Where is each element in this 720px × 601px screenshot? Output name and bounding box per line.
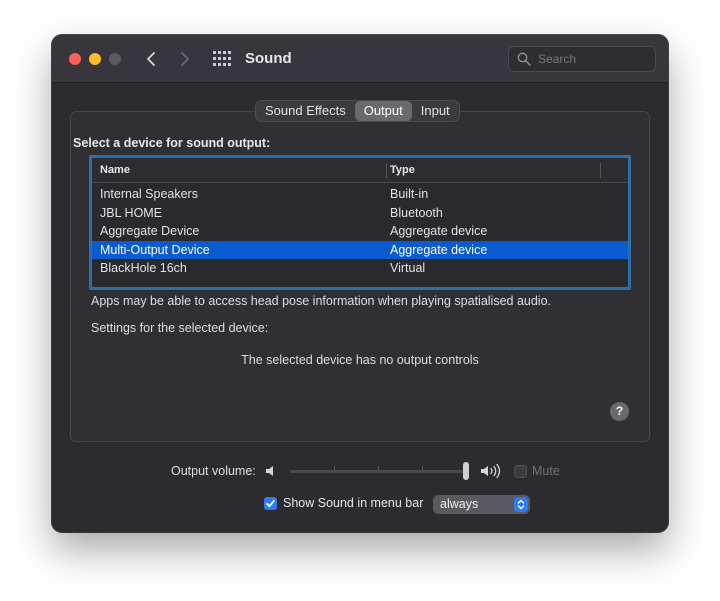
- tab-output[interactable]: Output: [354, 101, 412, 121]
- device-settings-label: Settings for the selected device:: [91, 321, 269, 335]
- back-button[interactable]: [140, 48, 162, 70]
- table-row-selected[interactable]: Multi-Output Device Aggregate device: [92, 240, 628, 259]
- grid-icon[interactable]: [213, 51, 231, 67]
- device-type: Aggregate device: [390, 224, 488, 238]
- no-output-controls-message: The selected device has no output contro…: [241, 353, 479, 367]
- volume-slider-knob[interactable]: [463, 462, 469, 480]
- device-name: Multi-Output Device: [100, 242, 210, 257]
- device-type: Aggregate device: [390, 242, 488, 257]
- table-row[interactable]: Internal Speakers Built-in: [92, 185, 628, 204]
- column-header-name[interactable]: Name: [100, 158, 130, 183]
- tab-input[interactable]: Input: [412, 101, 459, 121]
- device-name: JBL HOME: [100, 205, 163, 220]
- speaker-high-icon: [481, 463, 501, 479]
- chevron-right-icon: [181, 52, 189, 66]
- close-window-button[interactable]: [69, 53, 81, 65]
- help-button[interactable]: ?: [610, 402, 629, 421]
- head-pose-note: Apps may be able to access head pose inf…: [91, 294, 552, 308]
- output-volume-slider[interactable]: [290, 470, 468, 473]
- select-value: always: [440, 497, 479, 511]
- forward-button[interactable]: [174, 48, 196, 70]
- search-icon: [517, 52, 531, 66]
- select-stepper: [514, 497, 528, 512]
- slider-tick: [334, 466, 335, 471]
- column-divider[interactable]: [386, 163, 387, 178]
- output-device-heading: Select a device for sound output:: [73, 136, 271, 150]
- device-type: Built-in: [390, 187, 429, 201]
- help-icon: ?: [615, 404, 624, 418]
- output-volume-label: Output volume:: [171, 464, 256, 478]
- chevron-left-icon: [147, 52, 155, 66]
- device-type: Bluetooth: [390, 205, 443, 220]
- tab-bar: Sound Effects Output Input: [255, 100, 460, 122]
- output-device-table[interactable]: Name Type Internal Speakers Built-in JBL…: [89, 155, 631, 290]
- menu-bar-visibility-select[interactable]: always: [433, 495, 530, 514]
- search-field[interactable]: [508, 46, 656, 72]
- device-type: Virtual: [390, 261, 426, 275]
- table-row[interactable]: Aggregate Device Aggregate device: [92, 222, 628, 241]
- checkmark-icon: [266, 499, 275, 508]
- show-in-menu-bar-checkbox[interactable]: [264, 497, 277, 510]
- device-name: Internal Speakers: [100, 187, 198, 201]
- title-bar: Sound: [52, 35, 668, 83]
- slider-tick: [422, 466, 423, 471]
- column-header-type[interactable]: Type: [390, 158, 415, 183]
- window-title: Sound: [245, 50, 292, 67]
- table-header: Name Type: [92, 158, 628, 183]
- show-in-menu-bar-label: Show Sound in menu bar: [283, 496, 424, 510]
- sound-preferences-window: Sound Sound Effects Output Input Select …: [52, 35, 668, 532]
- speaker-low-icon: [266, 466, 273, 476]
- table-row[interactable]: JBL HOME Bluetooth: [92, 204, 628, 223]
- tab-sound-effects[interactable]: Sound Effects: [256, 101, 355, 121]
- slider-tick: [378, 466, 379, 471]
- minimize-window-button[interactable]: [89, 53, 101, 65]
- search-input[interactable]: [536, 50, 648, 68]
- device-name: Aggregate Device: [100, 224, 200, 238]
- mute-checkbox[interactable]: [514, 465, 527, 478]
- zoom-window-button[interactable]: [109, 53, 121, 65]
- device-name: BlackHole 16ch: [100, 261, 187, 275]
- table-row[interactable]: BlackHole 16ch Virtual: [92, 259, 628, 278]
- mute-label: Mute: [532, 464, 560, 478]
- up-down-chevron-icon: [517, 499, 525, 510]
- column-divider[interactable]: [600, 163, 601, 178]
